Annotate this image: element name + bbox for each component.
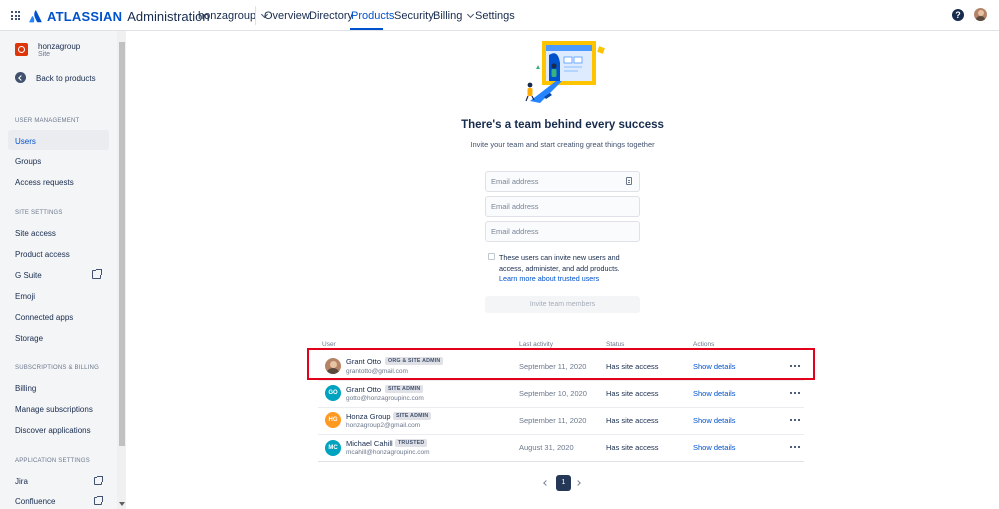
- external-link-icon: [94, 476, 103, 485]
- section-subscriptions-billing: SUBSCRIPTIONS & BILLING: [15, 365, 99, 371]
- role-badge: SITE ADMIN: [385, 385, 424, 393]
- show-details-link[interactable]: Show details: [693, 389, 736, 398]
- sidebar-item-gsuite[interactable]: G Suite: [15, 271, 42, 280]
- atlassian-logo[interactable]: ATLASSIAN Administration: [29, 8, 210, 24]
- site-logo-icon: [15, 43, 28, 56]
- access-status: Has site access: [606, 416, 659, 425]
- sidebar-item-access-requests[interactable]: Access requests: [15, 178, 74, 187]
- page-title: There's a team behind every success: [461, 119, 664, 131]
- email-input-1[interactable]: [485, 171, 640, 192]
- user-avatar: GO: [325, 385, 341, 401]
- sidebar-item-jira[interactable]: Jira: [15, 477, 28, 486]
- user-avatar: MC: [325, 440, 341, 456]
- help-icon[interactable]: ?: [952, 9, 964, 21]
- user-email: honzagroup2@gmail.com: [346, 422, 421, 429]
- sidebar-scrollbar-thumb[interactable]: [119, 42, 125, 446]
- next-page-icon[interactable]: [575, 480, 581, 486]
- table-bottom-divider: [318, 461, 804, 462]
- profile-avatar[interactable]: [974, 8, 987, 21]
- site-switcher[interactable]: honzagroup: [198, 10, 269, 22]
- site-switcher-label: honzagroup: [198, 10, 257, 22]
- nav-products[interactable]: Products: [351, 10, 394, 22]
- row-divider: [318, 380, 804, 381]
- page-subtitle: Invite your team and start creating grea…: [470, 140, 655, 149]
- sidebar-item-confluence[interactable]: Confluence: [15, 497, 55, 506]
- atlassian-icon: [29, 9, 42, 22]
- sidebar-item-connected-apps[interactable]: Connected apps: [15, 313, 73, 322]
- column-header-last-activity: Last activity: [519, 341, 553, 348]
- contact-card-icon[interactable]: [626, 177, 632, 185]
- row-divider: [318, 434, 804, 435]
- column-header-user: User: [322, 341, 336, 348]
- brand-name: ATLASSIAN: [47, 8, 123, 24]
- nav-billing[interactable]: Billing: [433, 10, 475, 22]
- sidebar-item-manage-subscriptions[interactable]: Manage subscriptions: [15, 405, 93, 414]
- nav-billing-label: Billing: [433, 10, 463, 22]
- show-details-link[interactable]: Show details: [693, 416, 736, 425]
- top-navigation: ATLASSIAN Administration honzagroup Over…: [0, 0, 999, 31]
- more-actions-icon[interactable]: [790, 446, 800, 450]
- email-input-3[interactable]: [485, 221, 640, 242]
- learn-more-link[interactable]: Learn more about trusted users: [499, 274, 599, 283]
- role-badge: TRUSTED: [395, 439, 428, 447]
- access-status: Has site access: [606, 389, 659, 398]
- user-email: mcahill@honzagroupinc.com: [346, 449, 430, 456]
- sidebar-item-storage[interactable]: Storage: [15, 334, 43, 343]
- row-divider: [318, 407, 804, 408]
- sidebar-site-name: honzagroup: [38, 42, 81, 51]
- sidebar-item-billing[interactable]: Billing: [15, 384, 36, 393]
- section-application-settings: APPLICATION SETTINGS: [15, 458, 90, 464]
- sidebar-item-emoji[interactable]: Emoji: [15, 292, 35, 301]
- last-activity-date: September 10, 2020: [519, 389, 587, 398]
- sidebar-item-discover-applications[interactable]: Discover applications: [15, 426, 91, 435]
- section-user-management: USER MANAGEMENT: [15, 118, 80, 124]
- chevron-down-icon: [467, 10, 475, 19]
- section-site-settings: SITE SETTINGS: [15, 210, 63, 216]
- sidebar-item-site-access[interactable]: Site access: [15, 229, 56, 238]
- invite-team-members-button[interactable]: Invite team members: [485, 296, 640, 313]
- column-header-actions: Actions: [693, 341, 715, 348]
- sidebar-item-users[interactable]: Users: [15, 137, 36, 146]
- user-name[interactable]: Honza Group: [346, 412, 391, 421]
- back-to-products-link[interactable]: Back to products: [36, 74, 96, 83]
- external-link-icon: [94, 496, 103, 505]
- user-name[interactable]: Michael Cahill: [346, 439, 393, 448]
- previous-page-icon[interactable]: [543, 480, 549, 486]
- access-status: Has site access: [606, 443, 659, 452]
- nav-settings[interactable]: Settings: [475, 10, 515, 22]
- show-details-link[interactable]: Show details: [693, 443, 736, 452]
- external-link-icon: [92, 269, 102, 279]
- scroll-down-arrow-icon[interactable]: [119, 502, 125, 506]
- nav-overview[interactable]: Overview: [264, 10, 310, 22]
- email-input-2[interactable]: [485, 196, 640, 217]
- team-illustration: [525, 41, 605, 103]
- sidebar-item-product-access[interactable]: Product access: [15, 250, 70, 259]
- user-email: gotto@honzagroupinc.com: [346, 395, 424, 402]
- trusted-users-label: These users can invite new users and acc…: [499, 253, 620, 273]
- sidebar-item-groups[interactable]: Groups: [15, 157, 41, 166]
- user-avatar: HG: [325, 412, 341, 428]
- column-header-status: Status: [606, 341, 625, 348]
- trusted-users-checkbox[interactable]: [488, 253, 495, 260]
- nav-directory[interactable]: Directory: [309, 10, 353, 22]
- more-actions-icon[interactable]: [790, 392, 800, 396]
- more-actions-icon[interactable]: [790, 419, 800, 423]
- last-activity-date: September 11, 2020: [519, 416, 587, 425]
- sidebar-site-type: Site: [38, 51, 51, 58]
- last-activity-date: August 31, 2020: [519, 443, 574, 452]
- highlight-annotation-box: [307, 348, 815, 380]
- arrow-left-icon[interactable]: [15, 72, 26, 83]
- sidebar: [0, 31, 126, 509]
- nav-divider: [255, 6, 256, 25]
- nav-security[interactable]: Security: [394, 10, 434, 22]
- active-tab-indicator: [350, 28, 383, 30]
- page-1-button[interactable]: 1: [556, 475, 571, 491]
- app-switcher-icon[interactable]: [11, 11, 20, 20]
- user-name[interactable]: Grant Otto: [346, 385, 381, 394]
- role-badge: SITE ADMIN: [393, 412, 432, 420]
